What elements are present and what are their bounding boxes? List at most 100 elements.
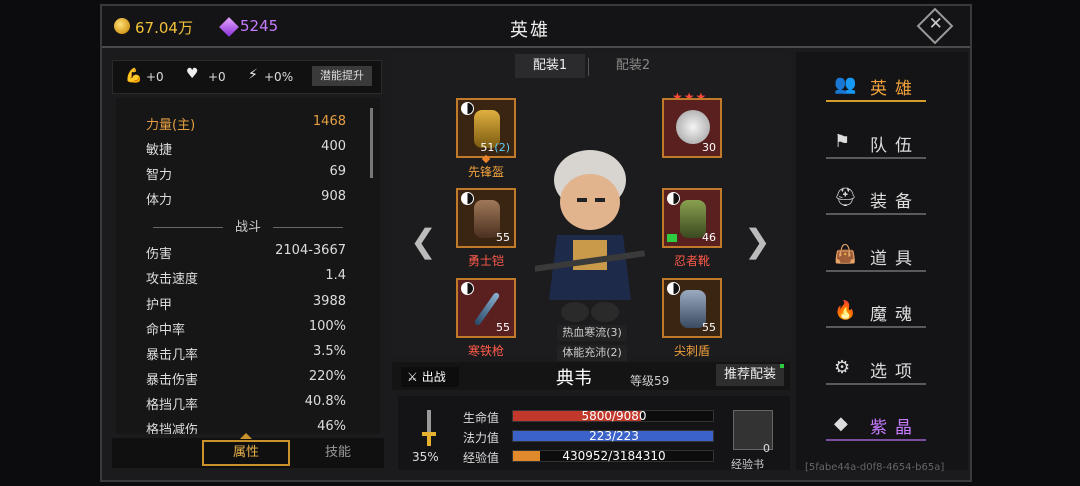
tab-attributes[interactable]: 属性 [202,440,290,466]
nav-underline [826,100,926,102]
tab-skills[interactable]: 技能 [294,440,382,466]
attr-value: 1468 [312,114,346,129]
armor-slot[interactable]: 55 [456,188,516,248]
prev-hero-arrow[interactable]: ❮ [410,222,437,260]
flag-icon: ⚑ [834,131,851,152]
hero-figure[interactable] [535,140,645,330]
hero-skill-tag: 体能充沛(2) [557,345,627,361]
boots-name: 忍者靴 [673,254,710,268]
exp-label: 经验值 [463,451,500,465]
nav-label: 紫晶 [870,418,920,438]
battle-value: 220% [308,369,346,384]
nav-item-2[interactable]: ⛑ 装备 [826,183,926,215]
battle-value: 3988 [312,294,346,309]
battle-label: 伤害 [146,247,173,262]
hp-label: 生命值 [463,411,500,425]
nav-item-1[interactable]: ⚑ 队伍 [826,127,926,159]
nav-underline [826,157,926,159]
yinyang-icon [461,192,474,205]
helmet-name: 先锋盔 [467,165,504,179]
pet-slot[interactable]: 30 [662,98,722,158]
rat-icon [676,110,710,144]
tab-loadout-1[interactable]: 配装1 [515,54,585,78]
attr-label: 体力 [146,193,173,208]
nav-item-3[interactable]: 👜 道具 [826,240,926,272]
shield-slot[interactable]: 55 [662,278,722,338]
battle-label: 暴击伤害 [146,373,199,388]
gold-coin-icon [114,18,130,34]
nav-label: 装备 [870,192,920,212]
nav-underline [826,270,926,272]
book-icon [667,234,677,242]
nav-label: 道具 [870,249,920,269]
hero-name: 典韦 [556,368,592,389]
deploy-label: 出战 [421,370,446,384]
battle-label: 暴击几率 [146,348,199,363]
attribute-panel[interactable]: 力量(主) 1468 敏捷 400 智力 69 体力 908 战斗 伤害 2104-366… [116,98,380,434]
nav-item-0[interactable]: 👥 英雄 [826,70,926,102]
helmet-level: 51(2) [480,141,510,154]
hp-text: 5800/9080 [581,409,647,423]
armor-name: 勇士铠 [467,254,504,268]
exp-bar: 430952/3184310 [512,449,714,463]
tab-loadout-2[interactable]: 配装2 [598,54,668,78]
potential-upgrade-button[interactable]: 潜能提升 [312,66,372,86]
nav-label: 选项 [870,362,920,382]
tab-pointer [240,433,252,439]
exp-book-count: 0 [763,442,770,455]
attribute-scrollbar[interactable] [370,108,373,178]
battle-label: 护甲 [146,298,173,313]
attr-label: 力量(主) [146,118,196,133]
weapon-slot[interactable]: 55 [456,278,516,338]
helmet-level-value: 51 [480,141,495,154]
helmet-level-extra: (2) [494,141,510,154]
helmet-icon: ⛑ [834,187,857,208]
next-hero-arrow[interactable]: ❯ [744,222,771,260]
health-bonus: +0 [208,70,226,84]
nav-label: 英雄 [870,79,920,99]
boots-slot[interactable]: 46 [662,188,722,248]
yinyang-icon [461,282,474,295]
sword-percent: 35% [412,450,439,464]
weapon-name: 寒铁枪 [467,344,504,358]
recommend-loadout-button[interactable]: 推荐配装 [716,364,784,386]
helmet-slot[interactable]: 51(2) [456,98,516,158]
battle-value: 40.8% [304,394,346,409]
nav-underline [826,383,926,385]
nav-item-6[interactable]: ◆ 紫晶 [826,409,926,441]
attr-label: 智力 [146,168,173,183]
gear-icon: ⚙ [834,357,851,378]
battle-label: 命中率 [146,323,186,338]
title-divider [102,46,970,48]
nav-underline [826,439,926,441]
shield-level: 55 [702,321,716,334]
nav-label: 魔魂 [870,305,920,325]
pet-level: 30 [702,141,716,154]
attr-label: 敏捷 [146,143,173,158]
user-id: [5fabe44a-d0f8-4654-b65a] [805,462,945,473]
strength-bonus: +0 [146,70,164,84]
hero-skill-tag: 热血寒流(3) [557,325,627,341]
hero-level: 等级59 [630,374,670,388]
nav-item-5[interactable]: ⚙ 选项 [826,353,926,385]
mp-text: 223/223 [589,429,639,443]
people-icon: 👥 [834,74,857,95]
energy-bonus: +0% [264,70,294,84]
deploy-button[interactable]: ⚔ 出战 [401,367,459,387]
battle-value: 1.4 [325,268,346,283]
battle-value: 46% [317,419,346,434]
lightning-icon: ⚡ [248,67,258,83]
flame-icon: 🔥 [834,300,857,321]
mp-label: 法力值 [463,431,500,445]
armor-level: 55 [496,231,510,244]
mp-bar: 223/223 [512,429,714,443]
crystal-icon: ◆ [834,413,848,434]
attr-value: 908 [321,189,346,204]
gem-amount: 5245 [240,17,279,35]
nav-item-4[interactable]: 🔥 魔魂 [826,296,926,328]
loadout-divider [588,58,589,76]
nav-underline [826,326,926,328]
shield-name: 尖刺盾 [673,344,710,358]
battle-value: 3.5% [312,344,346,359]
yinyang-icon [667,282,680,295]
